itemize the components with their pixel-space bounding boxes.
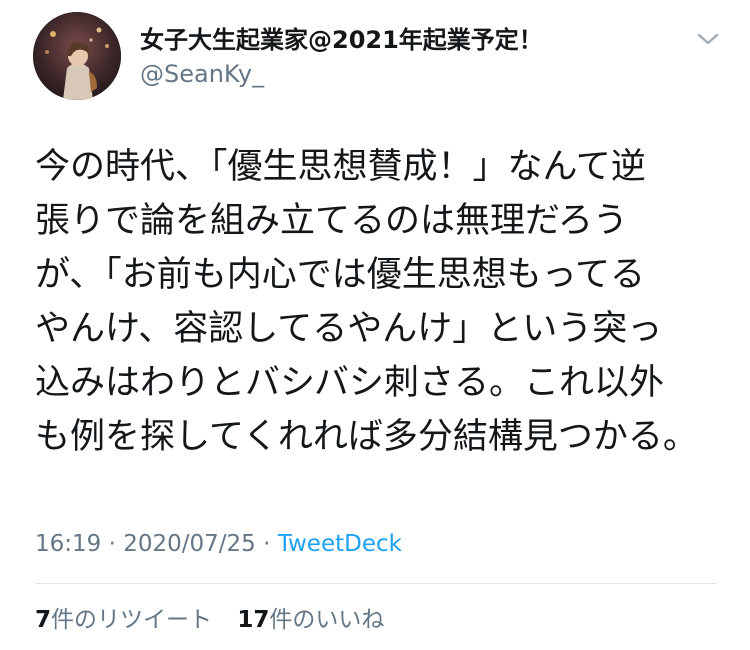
chevron-down-icon bbox=[697, 33, 719, 45]
likes-count: 17 bbox=[237, 607, 270, 633]
more-options-button[interactable] bbox=[693, 26, 723, 52]
tweet-date[interactable]: 2020/07/25 bbox=[123, 531, 256, 557]
meta-separator: · bbox=[255, 531, 278, 557]
tweet-line: やんけ、容認してるやんけ」という突っ bbox=[35, 309, 663, 349]
divider bbox=[35, 583, 717, 584]
tweet-metadata: 16:19 · 2020/07/25 · TweetDeck bbox=[35, 528, 402, 560]
user-handle[interactable]: @SeanKy_ bbox=[140, 58, 264, 90]
tweet-stats: 7件のリツイート 17件のいいね bbox=[35, 604, 402, 636]
display-name[interactable]: 女子大生起業家@2021年起業予定！ bbox=[140, 24, 543, 56]
tweet-line: 込みはわりとバシバシ刺さる。これ以外 bbox=[35, 363, 664, 403]
tweet-card: 女子大生起業家@2021年起業予定！ @SeanKy_ 今の時代、「優生思想賛成… bbox=[0, 0, 750, 650]
avatar[interactable] bbox=[33, 12, 121, 100]
retweets-count: 7 bbox=[35, 607, 52, 633]
tweet-line: 今の時代、「優生思想賛成！」なんて逆 bbox=[35, 147, 646, 187]
meta-separator: · bbox=[101, 531, 124, 557]
tweet-line: 張りで論を組み立てるのは無理だろう bbox=[35, 201, 628, 241]
retweets-label: 件のリツイート bbox=[51, 607, 213, 633]
likes-stat[interactable]: 17件のいいね bbox=[237, 604, 384, 636]
tweet-line: が、「お前も内心では優生思想もってる bbox=[35, 255, 646, 295]
tweet-line: も例を探してくれれば多分結構見つかる。 bbox=[35, 417, 698, 457]
tweet-source-link[interactable]: TweetDeck bbox=[278, 531, 402, 557]
likes-label: 件のいいね bbox=[269, 607, 385, 633]
retweets-stat[interactable]: 7件のリツイート bbox=[35, 604, 212, 636]
tweet-time[interactable]: 16:19 bbox=[35, 531, 101, 557]
tweet-text: 今の時代、「優生思想賛成！」なんて逆 張りで論を組み立てるのは無理だろう が、「… bbox=[35, 140, 725, 464]
profile-photo-icon bbox=[33, 12, 121, 100]
